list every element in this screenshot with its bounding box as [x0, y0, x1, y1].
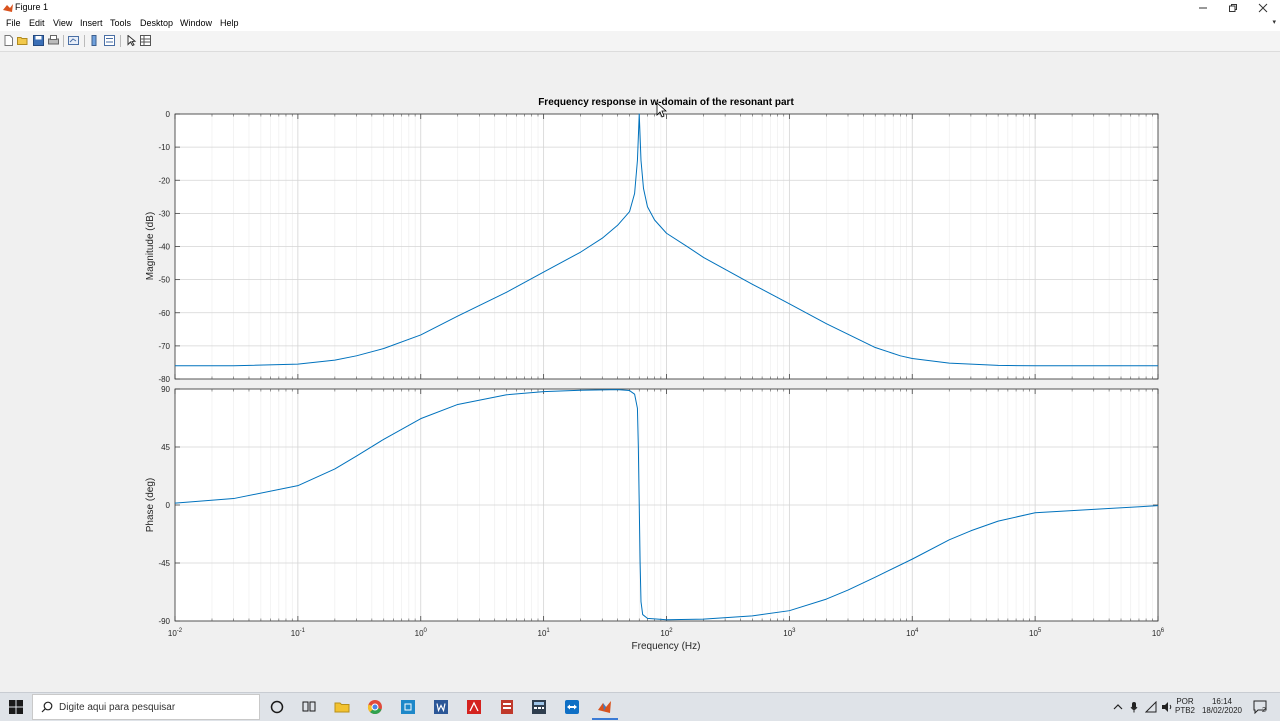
acrobat-icon[interactable] — [466, 699, 482, 715]
x-tick-label: 102 — [660, 628, 673, 638]
word-icon[interactable] — [433, 699, 449, 715]
windows-start-icon[interactable] — [8, 699, 24, 715]
teamviewer-icon[interactable] — [564, 699, 580, 715]
minimize-icon — [1199, 7, 1207, 9]
matlab-icon[interactable] — [597, 699, 613, 715]
y-tick-label: -45 — [158, 559, 170, 568]
save-icon[interactable] — [33, 35, 44, 46]
figure-toolbar — [0, 31, 1280, 52]
close-icon — [1258, 3, 1268, 13]
network-icon[interactable] — [1145, 701, 1157, 713]
open-file-icon[interactable] — [17, 35, 28, 46]
menu-bar: File Edit View Insert Tools Desktop Wind… — [0, 16, 1280, 31]
menu-window[interactable]: Window — [180, 18, 212, 28]
y-tick-label: -20 — [158, 176, 170, 185]
x-tick-label: 10-1 — [291, 628, 306, 638]
legend-icon[interactable] — [104, 35, 115, 46]
y-tick-label: -30 — [158, 209, 170, 218]
windows-taskbar: Digite aqui para pesquisar POR PTB2 16:1… — [0, 692, 1280, 721]
x-tick-label: 10-2 — [168, 628, 183, 638]
phase-y-axis-label: Phase (deg) — [145, 478, 156, 532]
colorbar-icon[interactable] — [89, 35, 100, 46]
menu-file[interactable]: File — [6, 18, 21, 28]
keyboard-layout: PTB2 — [1174, 706, 1195, 715]
menu-insert[interactable]: Insert — [80, 18, 103, 28]
file-explorer-icon[interactable] — [334, 699, 350, 715]
clock[interactable]: 16:14 18/02/2020 — [1198, 697, 1246, 715]
y-tick-label: -60 — [158, 309, 170, 318]
magnitude-axes[interactable]: 0 -10 -20 -30 -40 -50 -60 -70 -80 — [158, 110, 1159, 384]
y-tick-label: -80 — [158, 375, 170, 384]
minimize-button[interactable] — [1188, 0, 1218, 16]
mag-y-axis-label: Magnitude (dB) — [145, 212, 156, 280]
microphone-icon[interactable] — [1129, 701, 1139, 713]
x-tick-label: 103 — [783, 628, 796, 638]
new-figure-icon[interactable] — [3, 35, 14, 46]
x-tick-label: 104 — [906, 628, 919, 638]
y-tick-label: -70 — [158, 342, 170, 351]
window-titlebar: Figure 1 — [0, 0, 1280, 16]
clock-date: 18/02/2020 — [1201, 706, 1243, 715]
y-tick-label: -40 — [158, 243, 170, 252]
search-icon — [41, 701, 53, 713]
toolbar-separator — [84, 35, 85, 47]
print-icon[interactable] — [48, 35, 59, 46]
notification-count: 2 — [1262, 707, 1266, 714]
pdf-tool-icon[interactable] — [499, 699, 515, 715]
y-tick-label: 0 — [166, 110, 171, 119]
y-tick-label: 90 — [161, 385, 170, 394]
menu-help[interactable]: Help — [220, 18, 239, 28]
clock-time: 16:14 — [1211, 697, 1233, 706]
restore-icon — [1229, 4, 1237, 12]
link-plot-icon[interactable] — [68, 35, 79, 46]
menu-desktop[interactable]: Desktop — [140, 18, 173, 28]
menu-edit[interactable]: Edit — [29, 18, 45, 28]
maximize-button[interactable] — [1218, 0, 1248, 16]
chrome-icon[interactable] — [367, 699, 383, 715]
property-editor-icon[interactable] — [140, 35, 151, 46]
window-title: Figure 1 — [15, 2, 49, 12]
menu-view[interactable]: View — [53, 18, 72, 28]
x-tick-label: 101 — [538, 628, 551, 638]
x-tick-label: 106 — [1152, 628, 1165, 638]
toolbar-dock-arrow-icon[interactable]: ▾ — [1272, 18, 1276, 26]
task-view-icon[interactable] — [301, 699, 317, 715]
y-tick-label: 0 — [166, 501, 171, 510]
bode-plot[interactable]: 0 -10 -20 -30 -40 -50 -60 -70 -80 90 45 0 -45 -90 Fr… — [0, 52, 1280, 692]
volume-icon[interactable] — [1161, 701, 1173, 713]
taskbar-search[interactable]: Digite aqui para pesquisar — [32, 694, 260, 720]
figure-canvas: 0 -10 -20 -30 -40 -50 -60 -70 -80 90 45 0 -45 -90 Fr… — [0, 52, 1280, 692]
toolbar-separator — [120, 35, 121, 47]
menu-tools[interactable]: Tools — [110, 18, 131, 28]
x-tick-label: 100 — [415, 628, 428, 638]
pointer-icon[interactable] — [126, 35, 137, 46]
y-tick-label: -90 — [158, 617, 170, 626]
language-code: POR — [1176, 697, 1194, 706]
search-placeholder: Digite aqui para pesquisar — [59, 702, 176, 713]
x-tick-labels: 10-2 10-1 100 101 102 103 104 105 106 — [168, 628, 1165, 638]
cortana-icon[interactable] — [269, 699, 285, 715]
y-tick-label: -10 — [158, 143, 170, 152]
phase-axes[interactable]: 90 45 0 -45 -90 — [158, 385, 1159, 626]
calculator-icon[interactable] — [531, 699, 547, 715]
toolbar-separator — [63, 35, 64, 47]
x-axis-label: Frequency (Hz) — [632, 641, 701, 652]
y-tick-label: 45 — [161, 443, 170, 452]
chart-title: Frequency response in w-domain of the re… — [538, 97, 794, 108]
chevron-up-icon[interactable] — [1113, 702, 1123, 712]
input-language[interactable]: POR PTB2 — [1174, 697, 1196, 715]
store-icon[interactable] — [400, 699, 416, 715]
matlab-figure-icon — [3, 4, 13, 12]
close-button[interactable] — [1248, 0, 1278, 16]
x-tick-label: 105 — [1029, 628, 1042, 638]
y-tick-label: -50 — [158, 276, 170, 285]
